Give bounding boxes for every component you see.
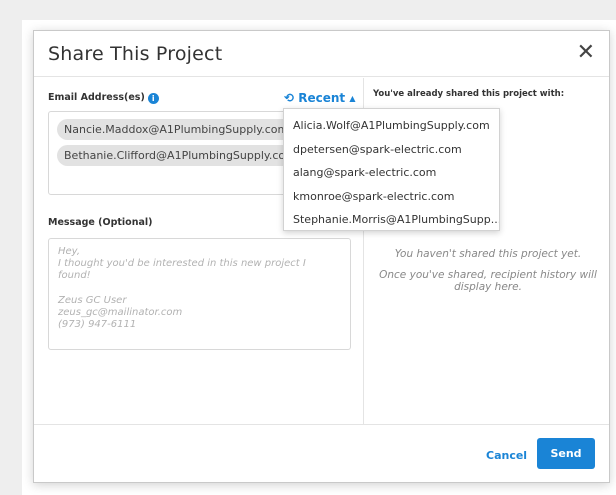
modal-header: Share This Project ✕ <box>34 31 609 77</box>
email-label-row: Email Address(es) i <box>48 92 159 104</box>
share-project-modal: Share This Project ✕ Email Address(es) i … <box>33 30 610 483</box>
caret-up-icon: ▲ <box>349 94 356 103</box>
info-icon[interactable]: i <box>147 93 159 104</box>
email-chip[interactable]: Nancie.Maddox@A1PlumbingSupply.com <box>57 119 296 140</box>
history-icon: ⟲ <box>284 91 295 105</box>
send-button[interactable]: Send <box>537 438 595 469</box>
email-chip[interactable]: Bethanie.Clifford@A1PlumbingSupply.com <box>57 145 303 166</box>
empty-history-text: You haven't shared this project yet. <box>394 248 582 260</box>
shared-with-label: You've already shared this project with: <box>373 89 565 99</box>
recent-label: Recent <box>298 91 346 105</box>
empty-history-hint: Once you've shared, recipient history wi… <box>379 269 597 293</box>
modal-footer: Cancel Send <box>34 424 609 482</box>
message-textarea[interactable]: Hey, I thought you'd be interested in th… <box>48 238 351 350</box>
message-label: Message (Optional) <box>48 217 153 228</box>
recent-email-item[interactable]: kmonroe@spark-electric.com <box>284 185 499 209</box>
cancel-button[interactable]: Cancel <box>486 449 527 462</box>
modal-title: Share This Project <box>48 43 223 65</box>
close-icon[interactable]: ✕ <box>577 41 595 65</box>
recent-toggle-button[interactable]: ⟲ Recent ▲ <box>284 91 356 105</box>
recent-email-item[interactable]: Stephanie.Morris@A1PlumbingSupp... <box>284 208 499 232</box>
recent-email-item[interactable]: dpetersen@spark-electric.com <box>284 138 499 162</box>
recent-emails-dropdown: Alicia.Wolf@A1PlumbingSupply.com dpeters… <box>283 108 500 231</box>
recent-email-item[interactable]: alang@spark-electric.com <box>284 161 499 185</box>
recent-email-item[interactable]: Alicia.Wolf@A1PlumbingSupply.com <box>284 114 499 138</box>
email-label: Email Address(es) <box>48 92 145 103</box>
